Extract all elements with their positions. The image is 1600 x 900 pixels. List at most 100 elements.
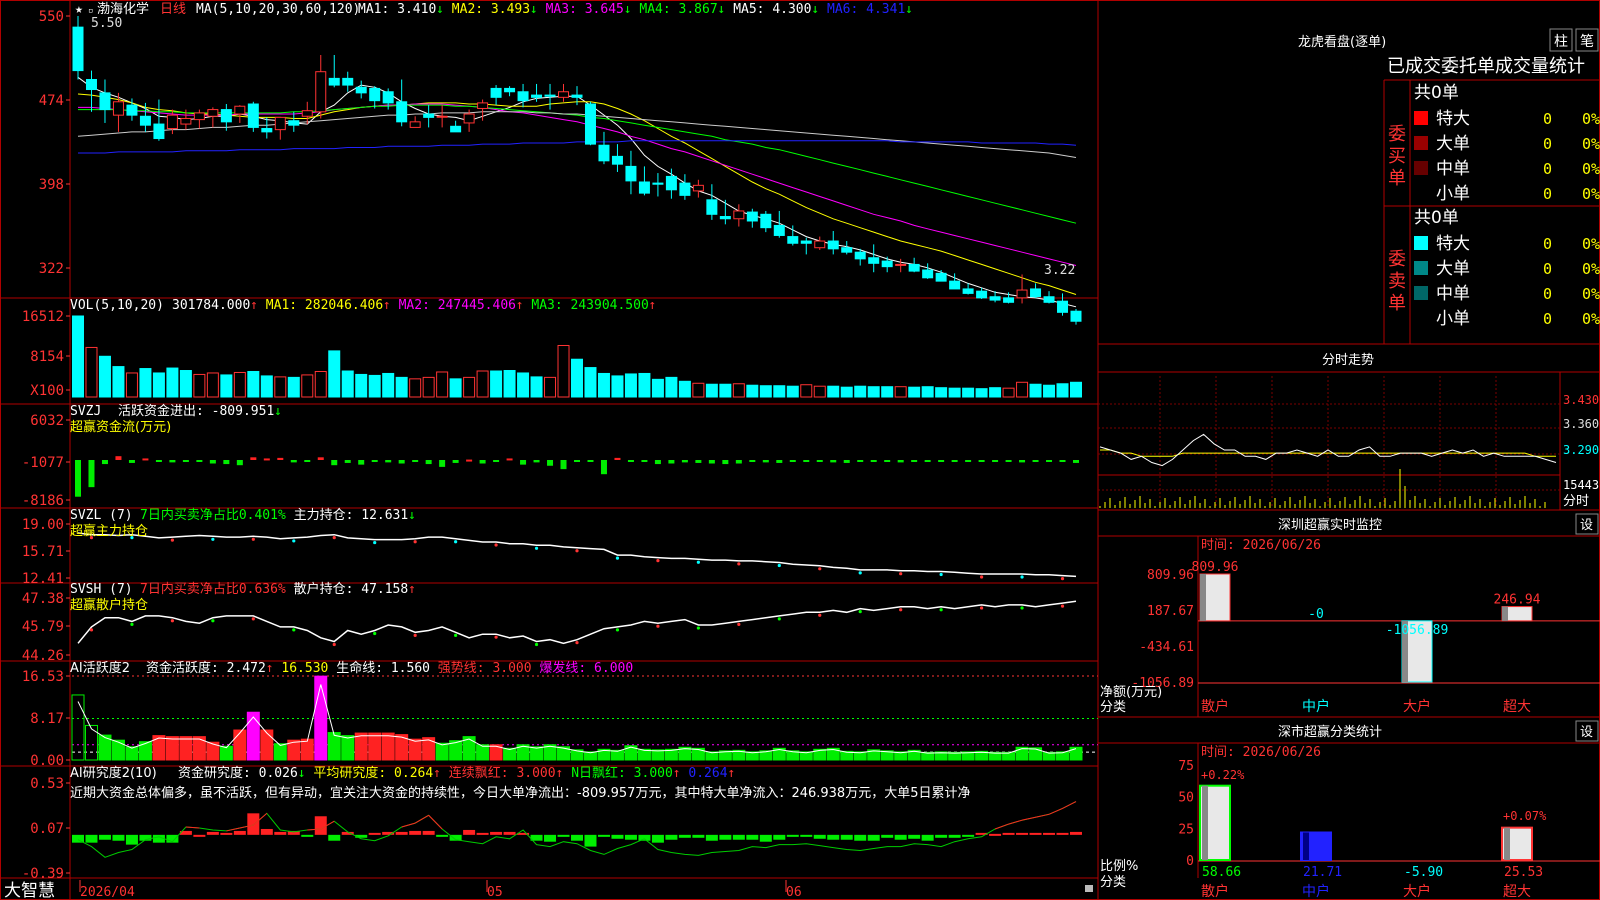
classify-ylabel: 比例%: [1100, 859, 1138, 874]
price-candle-body-37: [571, 94, 583, 98]
layer-volume-ytick-1: 8154: [30, 349, 64, 365]
price-candle-body-33: [517, 91, 529, 102]
ai-research-line-pos-69: [994, 823, 1009, 830]
svzj-bar-49: [735, 460, 742, 464]
volume-bar-1: [85, 346, 98, 398]
volume-bar-55: [813, 385, 826, 398]
svsh-dot-43: [656, 624, 660, 628]
svzj-items-arrow-0: ↓: [274, 404, 282, 419]
volume-bar-24: [395, 376, 408, 398]
svzj-bar-4: [128, 460, 135, 463]
price-candle-body-14: [261, 128, 273, 133]
ai-research-bar-58: [854, 834, 867, 841]
price-candle-body-40: [611, 155, 623, 165]
sell-side-row-label-2: 中单: [1436, 284, 1470, 304]
monitor-time: 时间: 2026/06/26: [1201, 538, 1321, 553]
volume-bar-47: [705, 383, 718, 398]
price-candle-body-48: [719, 216, 731, 220]
classify-category-0: 散户: [1201, 883, 1229, 900]
ai-research-line: [77, 801, 1077, 858]
star-icon[interactable]: ★: [75, 2, 83, 17]
svsh-dot-22: [373, 631, 377, 636]
layer-svsh-ytick-1: 45.79: [22, 619, 64, 635]
price-candle-body-4: [126, 104, 138, 116]
svzj-bar-53: [789, 460, 796, 462]
ai-research-line-pos-72: [1035, 813, 1050, 818]
svzj-bar-14: [263, 458, 270, 461]
ai-research-bar-59: [867, 834, 880, 841]
ai-research-bar-4: [125, 834, 138, 845]
price-candle-body-50: [746, 211, 758, 222]
svzj-bar-28: [452, 460, 459, 463]
buy-side-swatch-0: [1414, 111, 1428, 125]
volume-bar-44: [665, 376, 678, 398]
svzj-subtitle: 超赢资金流(万元): [70, 419, 171, 435]
price-items-item-0: MA1: 3.410: [358, 2, 436, 17]
layer-price-ytick-3: 322: [39, 261, 64, 277]
volume-bar-3: [112, 366, 125, 398]
order-stats-header: 已成交委托单成交量统计: [1387, 56, 1585, 77]
stock-name: 渤海化学: [97, 1, 149, 17]
svsh-dot-31: [494, 635, 498, 639]
volume-bar-8: [179, 370, 192, 398]
ai-research-line-pos-25: [401, 822, 416, 828]
period-label[interactable]: 日线: [160, 2, 186, 17]
svzl-dot-58: [858, 571, 862, 575]
ai-active-label: AI活跃度2: [70, 660, 130, 676]
svsh-dot-55: [818, 613, 822, 617]
price-candle-body-73: [1057, 300, 1069, 313]
volume-bar-67: [975, 388, 988, 398]
aires-items-item-4: 0.264: [688, 766, 727, 781]
volume-bar-7: [166, 367, 179, 398]
volume-bar-9: [193, 373, 206, 398]
volume-bar-2: [98, 355, 111, 398]
monitor-panel: 809.96187.67-434.61-1056.89809.96散户-0中户-…: [1131, 560, 1600, 715]
price-candle-body-70: [1016, 289, 1028, 299]
monitor-bar-shade-0: [1200, 574, 1206, 621]
svzj-label: SVZJ: [70, 404, 101, 419]
price-candle-body-18: [315, 71, 327, 113]
price-items-item-5: MA6: 4.341: [827, 2, 905, 17]
volume-bar-51: [759, 385, 772, 398]
buy-side-side-char-2: 单: [1388, 168, 1406, 189]
ai-active-bar-14: [260, 729, 274, 761]
ai-active-bar-11: [219, 745, 233, 761]
price-candle-body-68: [989, 296, 1001, 301]
classify-bar-shade-1: [1303, 832, 1309, 860]
svzj-bar-30: [479, 460, 486, 464]
volume-bar-69: [1002, 387, 1015, 398]
price-candle-body-24: [396, 101, 408, 123]
svzl-dot-34: [534, 546, 539, 550]
price-ma-line-MA2: [77, 93, 1077, 295]
classify-bar-shade-0: [1202, 785, 1208, 860]
svzj-bar-70: [1019, 460, 1026, 463]
price-candle-body-17: [301, 110, 313, 117]
price-candle-body-41: [625, 165, 637, 182]
svzl-dot-52: [777, 563, 781, 568]
svzj-bar-74: [1073, 460, 1079, 463]
price-candle-body-60: [881, 260, 893, 268]
svzj-bar-39: [600, 460, 607, 475]
price-items-item-1: MA2: 3.493: [452, 2, 530, 17]
classify-ytick-3: 0: [1186, 854, 1194, 869]
ai-research-bar-22: [368, 832, 381, 835]
lock-icon[interactable]: [1085, 885, 1093, 892]
svzj-bar-44: [668, 460, 675, 464]
brand-label: 大智慧: [4, 881, 55, 900]
ai-research-bar-61: [894, 834, 907, 840]
price-items-item-2: MA3: 3.645: [546, 2, 624, 17]
svzj-bar-24: [398, 460, 405, 464]
volume-bar-28: [449, 378, 462, 398]
ai-research-bar-17: [301, 834, 314, 837]
ai-research-line-pos-71: [1021, 816, 1036, 821]
classify-value-3: 25.53: [1504, 865, 1543, 880]
svzj-bar-23: [385, 460, 392, 463]
volume-bar-68: [989, 387, 1002, 398]
svzj-bar-25: [412, 460, 419, 462]
price-candle-body-7: [166, 114, 178, 130]
svzl-dot-64: [939, 572, 943, 577]
svzl-dot-70: [1020, 575, 1024, 579]
svzj-bar-6: [155, 460, 162, 462]
svzj-bar-46: [695, 460, 702, 463]
ai-research-bar-64: [935, 834, 948, 838]
